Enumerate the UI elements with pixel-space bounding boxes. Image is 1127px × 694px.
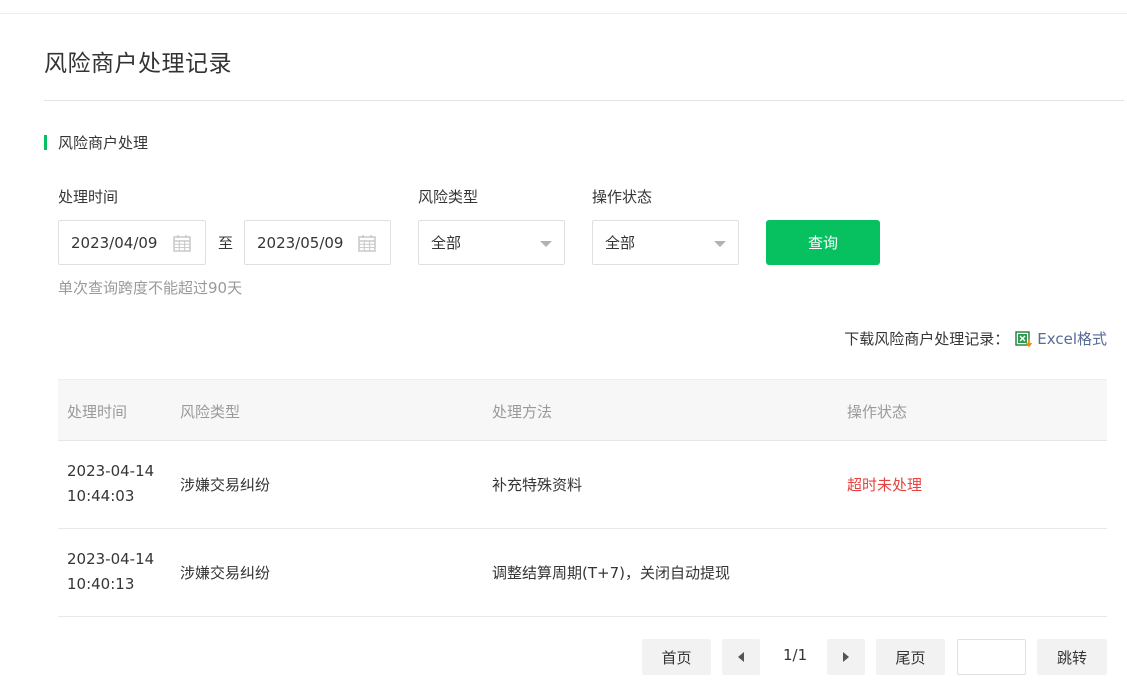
end-date-value: 2023/05/09: [257, 233, 344, 252]
page-indicator: 1/1: [783, 646, 808, 664]
calendar-icon[interactable]: [358, 234, 376, 252]
table-header: 处理时间 风险类型 处理方法 操作状态: [58, 379, 1107, 441]
excel-download-link[interactable]: Excel格式: [1037, 328, 1107, 349]
cell-method: 补充特殊资料: [492, 476, 583, 494]
column-header-status: 操作状态: [847, 403, 908, 421]
column-header-method: 处理方法: [492, 403, 553, 421]
page-title: 风险商户处理记录: [44, 51, 232, 77]
cell-time: 2023-04-14 10:40:13: [67, 550, 155, 593]
calendar-icon[interactable]: [173, 234, 191, 252]
download-row: 下载风险商户处理记录： Excel格式: [844, 328, 1107, 349]
start-date-input[interactable]: 2023/04/09: [58, 220, 206, 265]
excel-icon[interactable]: [1015, 330, 1033, 348]
cell-type: 涉嫌交易纠纷: [180, 476, 271, 494]
end-date-input[interactable]: 2023/05/09: [244, 220, 391, 265]
time-filter-label: 处理时间: [58, 188, 119, 206]
top-divider: [0, 13, 1127, 14]
jump-button[interactable]: 跳转: [1037, 639, 1107, 675]
risk-type-value: 全部: [431, 234, 462, 252]
table-row: 2023-04-14 10:44:03 涉嫌交易纠纷 补充特殊资料 超时未处理: [58, 441, 1107, 529]
section-title: 风险商户处理: [58, 133, 149, 152]
column-header-type: 风险类型: [180, 403, 241, 421]
status-filter-label: 操作状态: [592, 188, 653, 206]
section-accent-bar: [44, 134, 47, 150]
download-label: 下载风险商户处理记录：: [844, 330, 1010, 348]
risk-type-label: 风险类型: [418, 188, 479, 206]
title-divider: [44, 100, 1124, 101]
prev-page-button[interactable]: [722, 639, 760, 675]
column-header-time: 处理时间: [67, 403, 128, 421]
chevron-right-icon: [843, 652, 849, 662]
cell-status: 超时未处理: [847, 476, 923, 494]
page-jump-input[interactable]: [957, 639, 1026, 675]
cell-type: 涉嫌交易纠纷: [180, 564, 271, 582]
chevron-left-icon: [738, 652, 744, 662]
last-page-button[interactable]: 尾页: [876, 639, 945, 675]
status-select[interactable]: 全部: [592, 220, 739, 265]
query-button[interactable]: 查询: [766, 220, 880, 265]
first-page-button[interactable]: 首页: [642, 639, 711, 675]
chevron-down-icon: [714, 241, 726, 247]
next-page-button[interactable]: [827, 639, 865, 675]
cell-time: 2023-04-14 10:44:03: [67, 462, 155, 505]
start-date-value: 2023/04/09: [71, 233, 158, 252]
table-row: 2023-04-14 10:40:13 涉嫌交易纠纷 调整结算周期(T+7)，关…: [58, 529, 1107, 617]
risk-type-select[interactable]: 全部: [418, 220, 565, 265]
chevron-down-icon: [540, 241, 552, 247]
records-table: 处理时间 风险类型 处理方法 操作状态 2023-04-14 10:44:03 …: [58, 379, 1107, 617]
date-range-separator: 至: [218, 234, 234, 252]
status-value: 全部: [605, 234, 636, 252]
cell-method: 调整结算周期(T+7)，关闭自动提现: [492, 564, 730, 582]
section-header: 风险商户处理: [44, 132, 148, 152]
date-range-hint: 单次查询跨度不能超过90天: [58, 279, 243, 297]
